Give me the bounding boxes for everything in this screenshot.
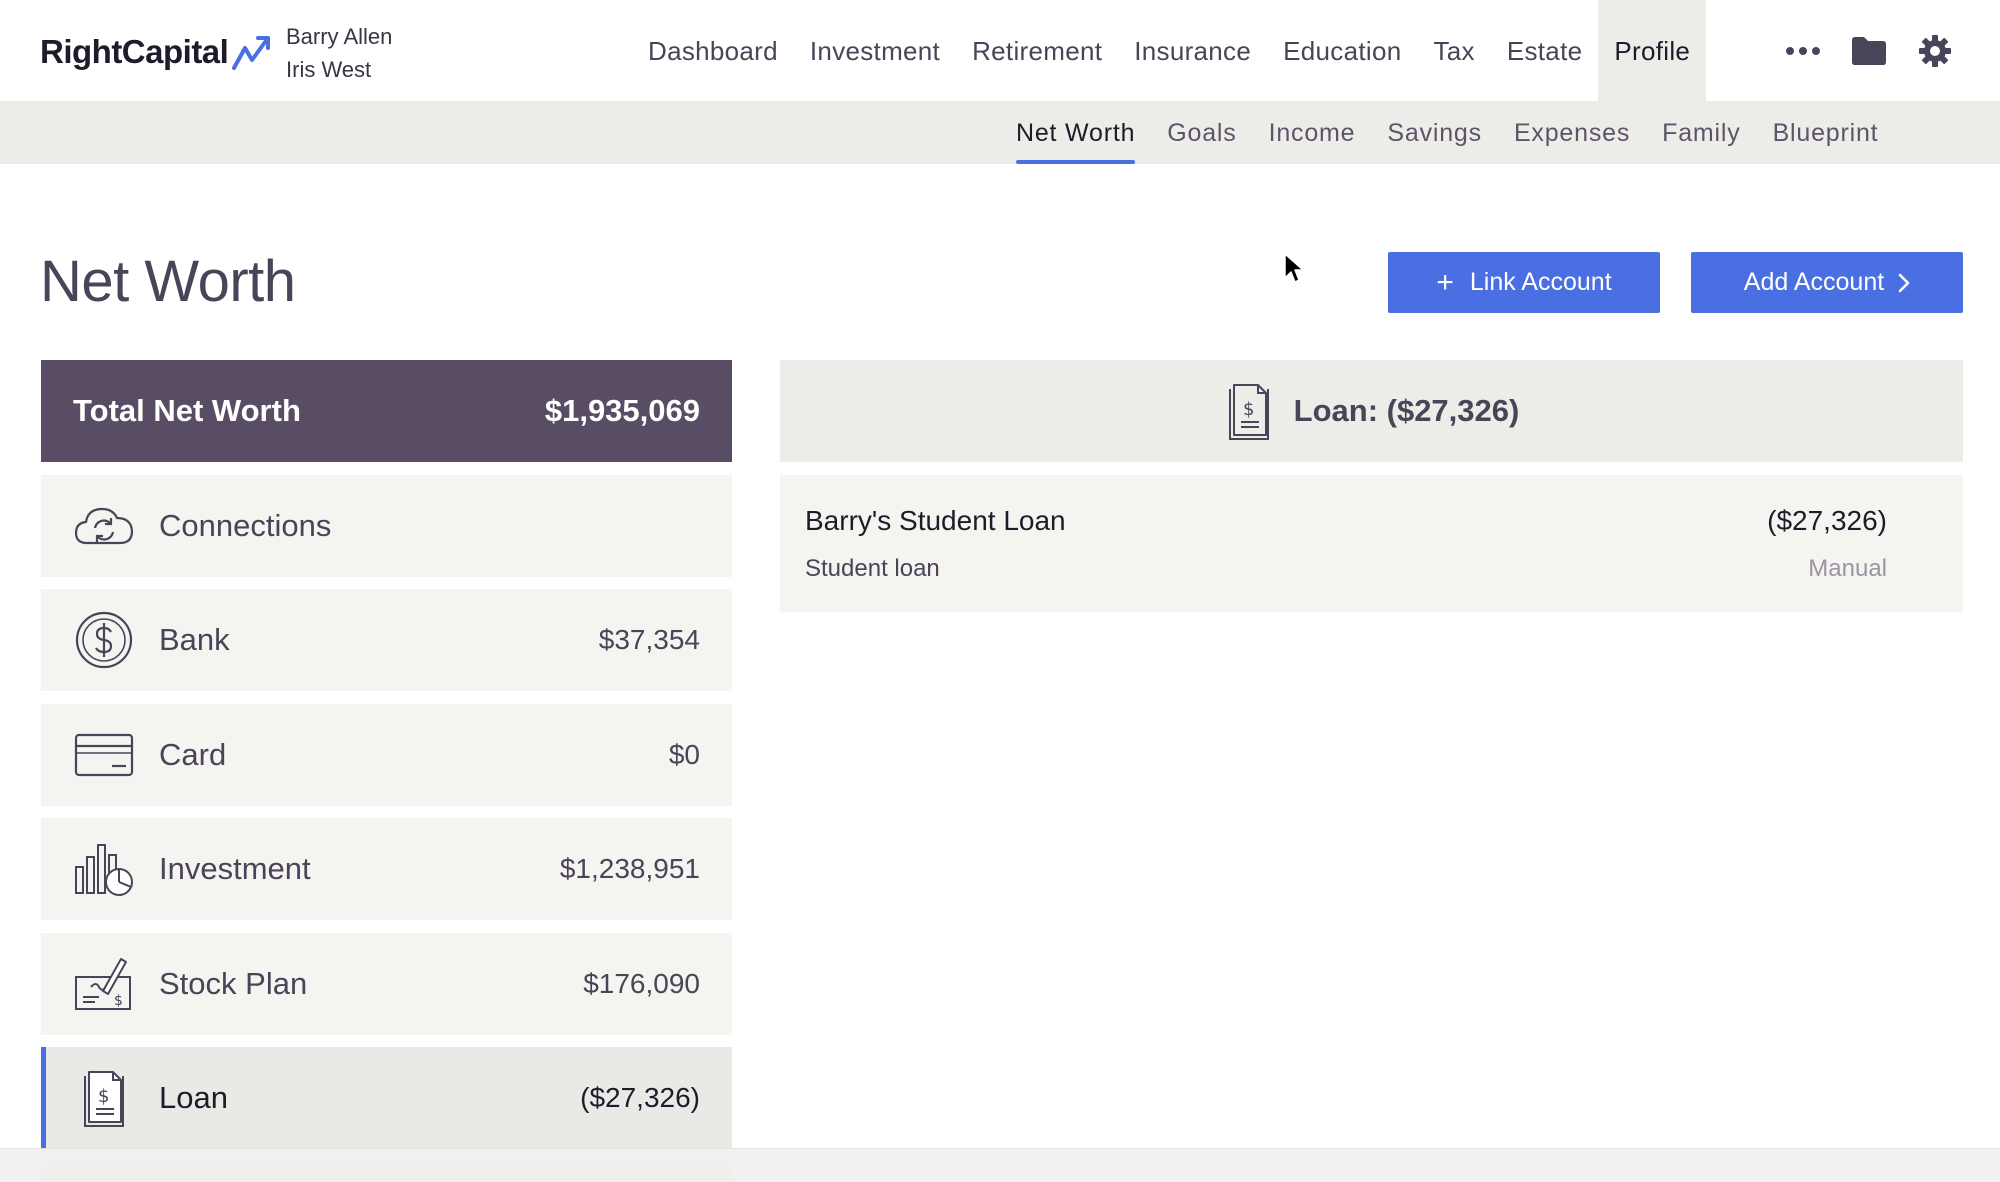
loan-document-icon: $: [73, 1067, 135, 1129]
gear-icon[interactable]: [1902, 0, 1968, 102]
add-account-button[interactable]: Add Account: [1691, 252, 1963, 313]
main-nav: Dashboard Investment Retirement Insuranc…: [632, 0, 1707, 102]
horizontal-scrollbar[interactable]: [0, 1148, 2000, 1182]
category-loan[interactable]: $ Loan ($27,326): [41, 1047, 732, 1149]
client-names[interactable]: Barry Allen Iris West: [286, 20, 392, 86]
link-account-button[interactable]: + Link Account: [1388, 252, 1660, 313]
sub-nav-items: Net Worth Goals Income Savings Expenses …: [1000, 102, 1894, 164]
account-row[interactable]: Barry's Student Loan Student loan ($27,3…: [780, 475, 1963, 612]
mouse-cursor-icon: [1284, 253, 1304, 283]
category-value: ($27,326): [580, 1082, 700, 1113]
client-name-1: Barry Allen: [286, 24, 393, 49]
tab-savings[interactable]: Savings: [1371, 102, 1498, 164]
nav-investment[interactable]: Investment: [794, 0, 956, 102]
tab-goals[interactable]: Goals: [1151, 102, 1252, 164]
detail-header-title: Loan: ($27,326): [1293, 393, 1520, 428]
account-type: Student loan: [805, 555, 940, 582]
total-net-worth-value: $1,935,069: [544, 393, 700, 428]
category-value: $37,354: [598, 624, 700, 655]
category-label: Stock Plan: [159, 966, 308, 1001]
nav-tax[interactable]: Tax: [1417, 0, 1490, 102]
total-net-worth-label: Total Net Worth: [73, 393, 301, 428]
loan-document-icon: $: [1228, 384, 1269, 440]
category-value: $0: [668, 739, 700, 770]
category-label: Loan: [159, 1080, 228, 1115]
chevron-right-icon: [1898, 273, 1910, 292]
category-value: $176,090: [583, 968, 700, 999]
client-name-2: Iris West: [286, 57, 372, 82]
logo-text: RightCapital: [40, 33, 229, 70]
tab-income[interactable]: Income: [1253, 102, 1372, 164]
category-bank[interactable]: Bank $37,354: [41, 589, 732, 691]
nav-dashboard[interactable]: Dashboard: [632, 0, 794, 102]
svg-text:$: $: [98, 1086, 109, 1107]
folder-icon[interactable]: [1836, 0, 1902, 102]
tab-family[interactable]: Family: [1646, 102, 1756, 164]
category-investment[interactable]: Investment $1,238,951: [41, 818, 732, 920]
tab-blueprint[interactable]: Blueprint: [1757, 102, 1895, 164]
more-icon[interactable]: [1770, 0, 1836, 102]
account-source: Manual: [1808, 555, 1887, 582]
svg-text:$: $: [114, 993, 123, 1009]
nav-insurance[interactable]: Insurance: [1118, 0, 1267, 102]
plus-icon: +: [1436, 265, 1454, 299]
dollar-coin-icon: [73, 609, 135, 671]
total-net-worth-bar: Total Net Worth $1,935,069: [41, 360, 732, 462]
cloud-sync-icon: [73, 495, 135, 557]
category-label: Card: [159, 737, 227, 772]
tab-expenses[interactable]: Expenses: [1498, 102, 1646, 164]
sub-nav: Net Worth Goals Income Savings Expenses …: [0, 102, 2000, 164]
link-account-label: Link Account: [1469, 268, 1612, 296]
account-amount: ($27,326): [1767, 505, 1887, 536]
category-label: Connections: [159, 508, 332, 543]
category-stock-plan[interactable]: $ Stock Plan $176,090: [41, 933, 732, 1035]
nav-estate[interactable]: Estate: [1491, 0, 1599, 102]
nav-education[interactable]: Education: [1267, 0, 1417, 102]
category-value: $1,238,951: [559, 853, 700, 884]
category-card[interactable]: Card $0: [41, 704, 732, 806]
nav-icon-group: [1770, 0, 1968, 102]
logo-arrow-icon: [232, 36, 271, 70]
nav-retirement[interactable]: Retirement: [956, 0, 1118, 102]
account-name: Barry's Student Loan: [805, 505, 1066, 536]
bar-chart-pie-icon: [73, 838, 135, 900]
top-bar: RightCapital Barry Allen Iris West Dashb…: [0, 0, 2000, 102]
credit-card-icon: [73, 724, 135, 786]
category-label: Investment: [159, 851, 311, 886]
app-logo[interactable]: RightCapital: [40, 30, 274, 74]
add-account-label: Add Account: [1743, 268, 1885, 296]
svg-text:$: $: [1243, 399, 1254, 420]
detail-header: $ Loan: ($27,326): [780, 360, 1963, 462]
check-signature-icon: $: [73, 953, 135, 1015]
category-label: Bank: [159, 622, 230, 657]
nav-profile[interactable]: Profile: [1598, 0, 1707, 102]
tab-net-worth[interactable]: Net Worth: [1000, 102, 1151, 164]
category-connections[interactable]: Connections: [41, 475, 732, 577]
page-title: Net Worth: [40, 249, 296, 314]
